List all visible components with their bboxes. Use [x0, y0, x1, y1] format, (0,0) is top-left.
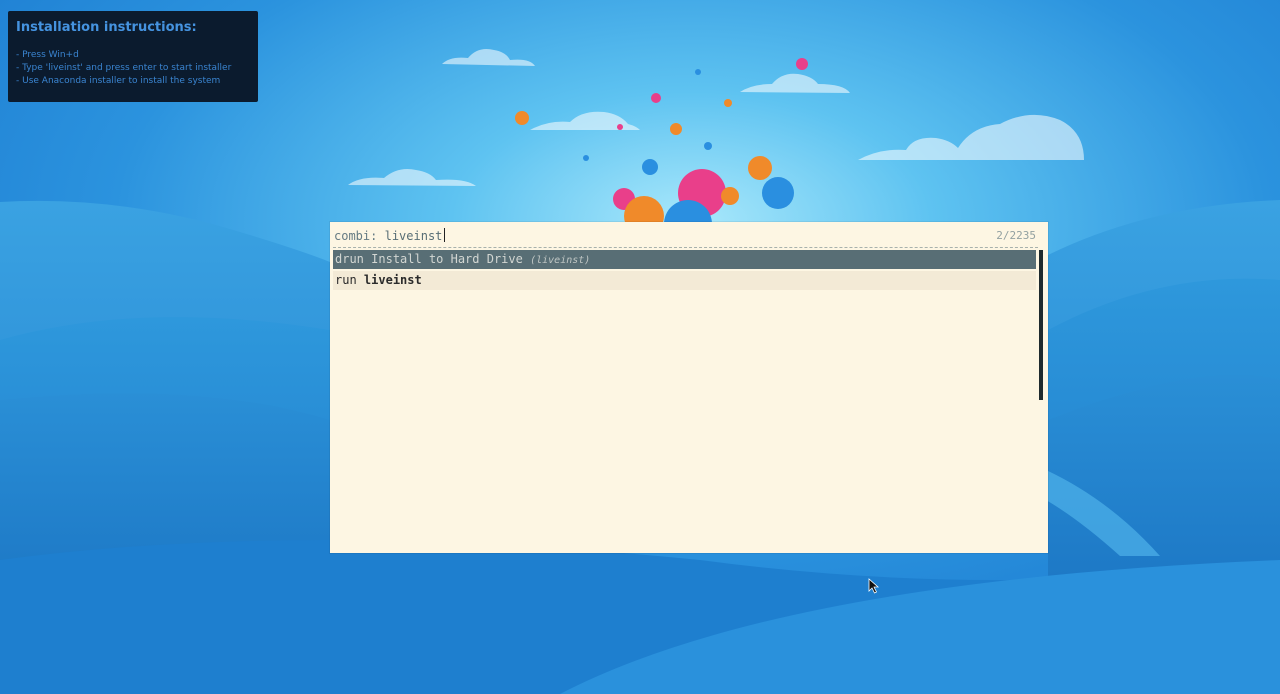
instruction-line-1: - Press Win+d: [16, 50, 79, 60]
prompt-row: combi: 2/2235: [334, 227, 1038, 245]
result-item-install-to-hard-drive[interactable]: drun Install to Hard Drive (liveinst): [333, 250, 1036, 269]
result-mode: run: [335, 273, 357, 287]
text-caret: [443, 228, 445, 242]
scrollbar[interactable]: [1039, 250, 1043, 400]
results-list: drun Install to Hard Drive (liveinst) ru…: [333, 250, 1036, 292]
prompt-label: combi:: [334, 229, 378, 243]
separator: [333, 247, 1038, 248]
result-detail: (liveinst): [530, 255, 591, 266]
application-launcher[interactable]: combi: 2/2235 drun Install to Hard Drive…: [330, 222, 1048, 553]
result-item-liveinst[interactable]: run liveinst: [333, 271, 1036, 290]
instructions-title: Installation instructions:: [16, 20, 197, 35]
mouse-pointer-icon: [868, 578, 880, 594]
instruction-line-3: - Use Anaconda installer to install the …: [16, 76, 221, 86]
result-mode: drun: [335, 252, 364, 266]
result-label: Install to Hard Drive: [371, 252, 523, 266]
result-label: liveinst: [363, 273, 422, 287]
result-counter: 2/2235: [996, 229, 1036, 242]
installation-instructions-panel: Installation instructions: - Press Win+d…: [8, 11, 258, 102]
search-input[interactable]: [384, 229, 445, 243]
instruction-line-2: - Type 'liveinst' and press enter to sta…: [16, 63, 232, 73]
